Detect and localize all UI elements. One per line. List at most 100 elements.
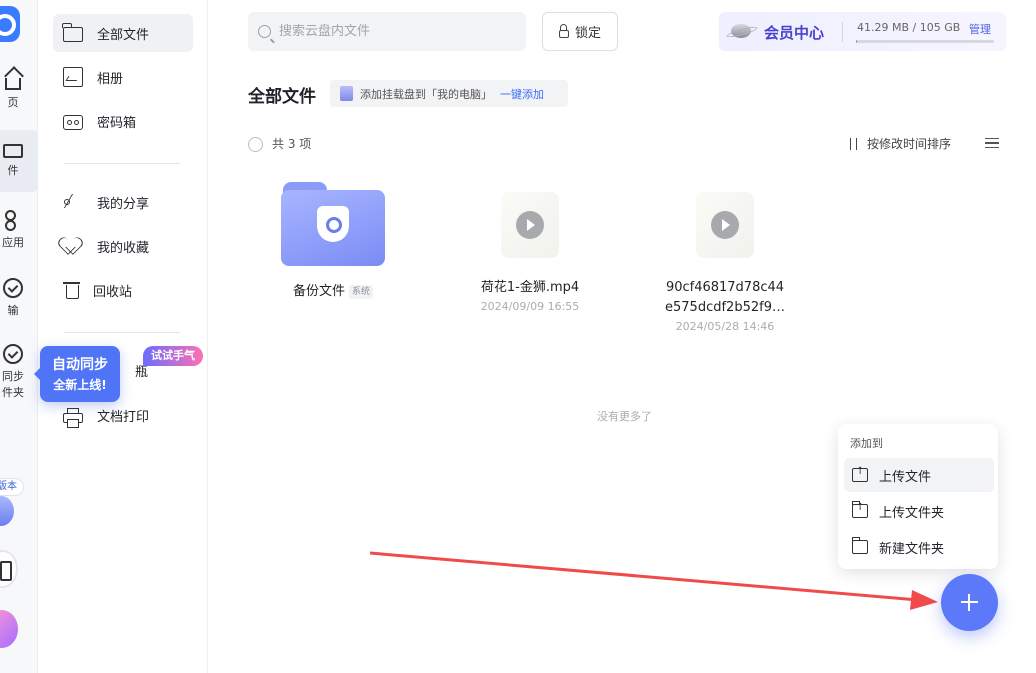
system-tag: 系统 [349,284,374,299]
item-count: 共 3 项 [272,137,312,151]
upload-folder-button[interactable]: 上传文件夹 [844,494,994,528]
sync-promo-tooltip[interactable]: 自动同步 全新上线! [34,346,120,402]
storage-progress-bar [856,40,994,43]
page-title: 全部文件 [248,87,316,107]
file-item-backup-folder[interactable]: 备份文件 系统 [258,182,408,302]
rail-item-transfer[interactable]: 输 [0,278,40,318]
file-date: 2024/05/28 14:46 [675,320,775,333]
search-box[interactable] [248,12,526,51]
mount-disk-banner: 添加挂载盘到「我的电脑」 一键添加 [330,80,568,107]
sidebar-item-label: 全部文件 [97,27,150,43]
rail-item-label: 件 [7,164,19,177]
rail-item-label: 件夹 [2,386,24,399]
rail-item-label: 输 [7,304,19,317]
sidebar-item-safe[interactable]: 密码箱 [53,102,193,140]
upload-file-button[interactable]: 上传文件 [844,458,994,492]
file-date: 2024/09/09 16:55 [480,300,580,313]
folder-icon [62,23,83,42]
storage-usage-text: 41.29 MB / 105 GB [857,21,961,34]
sync-icon [3,344,23,364]
upload-file-icon [852,466,868,482]
rail-item-label: 页 [7,96,19,109]
file-name: 90cf46817d78c44 e575dcdf2b52f9… [665,280,785,315]
file-name: 荷花1-金狮.mp4 [480,280,580,295]
sidebar-item-label: 我的分享 [97,196,150,212]
app-logo-icon[interactable] [0,6,20,42]
trash-icon [63,282,80,299]
transfer-icon [3,278,23,298]
play-icon [516,211,544,239]
sync-tip-subtitle: 全新上线! [53,378,107,392]
lock-button-label: 锁定 [574,26,601,41]
try-luck-badge[interactable]: 试试手气 [143,346,203,366]
lock-icon [558,24,569,38]
search-icon [258,25,271,38]
safe-icon [63,114,83,130]
sort-button[interactable]: 按修改时间排序 [848,135,951,152]
heart-icon [63,236,83,256]
phone-icon[interactable] [0,550,18,588]
sidebar-item-label: 相册 [97,71,124,87]
one-click-add-link[interactable]: 一键添加 [500,86,544,102]
album-icon [63,67,83,87]
no-more-text: 没有更多了 [597,410,652,423]
sidebar-item-all-files[interactable]: 全部文件 [53,14,193,52]
left-rail: 页 件 应用 输 同步 件夹 版本 [0,0,40,673]
file-item-video-2[interactable]: 90cf46817d78c44 e575dcdf2b52f9… 2024/05/… [650,186,800,333]
rail-item-label: 同步 [2,370,24,383]
sidebar-item-my-share[interactable]: 我的分享 [53,183,193,221]
manage-storage-link[interactable]: 管理 [969,21,991,37]
rail-item-home[interactable]: 页 [0,70,40,110]
view-menu-icon[interactable] [985,138,999,148]
sync-tip-title: 自动同步 [52,357,108,373]
lock-button[interactable]: 锁定 [542,12,618,51]
file-name-row: 备份文件 系统 [258,282,408,302]
home-icon [5,78,21,90]
sidebar-item-label: 密码箱 [97,115,137,131]
sidebar-divider [64,332,180,333]
member-divider [842,22,843,42]
rail-item-apps[interactable]: 应用 [0,210,40,250]
mount-disk-text: 添加挂载盘到「我的电脑」 [360,87,492,101]
sidebar-item-favorites[interactable]: 我的收藏 [53,227,193,265]
popover-item-label: 上传文件 [879,469,932,485]
popover-item-label: 新建文件夹 [879,541,945,557]
search-input[interactable] [279,24,499,39]
member-center-title[interactable]: 会员中心 [764,22,824,43]
avatar[interactable] [0,496,14,526]
select-all-checkbox[interactable] [248,137,263,152]
version-badge[interactable]: 版本 [0,478,24,496]
file-item-video-1[interactable]: 荷花1-金狮.mp4 2024/09/09 16:55 [455,186,605,313]
sidebar-item-label: 我的收藏 [97,240,150,256]
sidebar-item-album[interactable]: 相册 [53,58,193,96]
profile-avatar[interactable] [0,610,18,648]
sidebar-item-recycle-bin[interactable]: 回收站 [53,271,193,309]
folder-thumbnail [281,182,385,266]
play-icon [711,211,739,239]
sidebar-item-label: 回收站 [93,284,133,300]
member-center-panel[interactable]: 会员中心 41.29 MB / 105 GB 管理 [719,12,1006,51]
add-fab-button[interactable] [941,574,998,631]
folder-icon [3,144,23,158]
sidebar-item-label: 文档打印 [97,409,150,425]
annotation-arrow-line [369,551,919,602]
shield-icon [317,206,349,242]
disk-icon [340,86,353,101]
video-thumbnail [501,192,559,258]
popover-item-label: 上传文件夹 [879,505,945,521]
rail-item-files[interactable]: 件 [0,130,40,192]
app-window: 页 件 应用 输 同步 件夹 版本 全部文件 相册 密码箱 我的分享 我的收藏 … [0,0,1036,673]
apps-icon [3,210,23,231]
video-thumbnail [696,192,754,258]
storage-progress-fill [856,40,857,43]
sort-icon [848,137,860,150]
new-folder-button[interactable]: 新建文件夹 [844,530,994,564]
sort-label: 按修改时间排序 [867,137,952,151]
upload-folder-icon [852,501,868,518]
file-name: 备份文件 [292,284,345,299]
add-to-popover: 添加到 上传文件 上传文件夹 新建文件夹 [838,424,998,569]
new-folder-icon [852,537,868,554]
popover-title: 添加到 [850,437,883,450]
planet-icon [731,24,751,38]
sidebar-divider [64,163,180,164]
